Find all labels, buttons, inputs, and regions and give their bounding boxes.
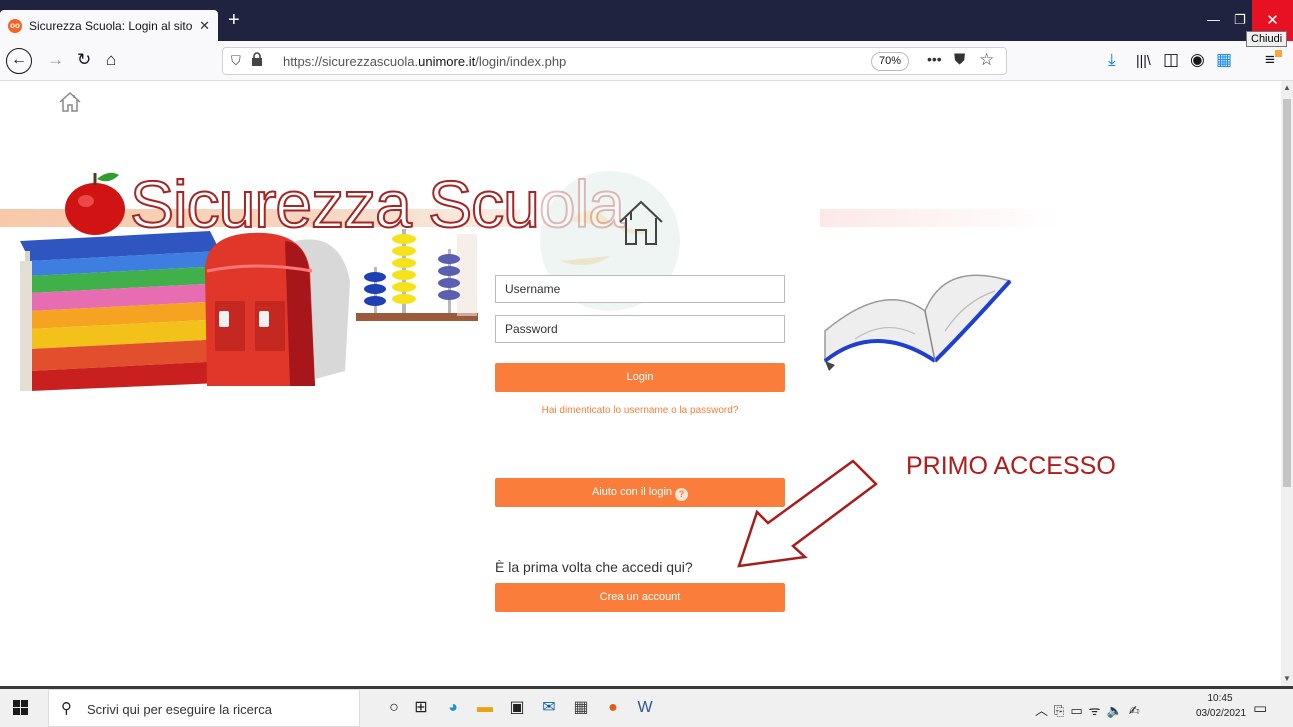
taskbar-search-box[interactable]: ⚲ Scrivi qui per eseguire la ricerca xyxy=(48,689,360,727)
cortana-icon[interactable]: ○ xyxy=(383,697,405,719)
address-bar[interactable]: ⛉ https://sicurezzascuola.unimore.it/log… xyxy=(222,47,1007,75)
reload-button[interactable]: ↻ xyxy=(77,50,91,70)
search-icon: ⚲ xyxy=(61,700,72,717)
system-tray-icons[interactable]: ︿⎘▭ᯤ🔈✍ xyxy=(1035,700,1146,719)
scroll-thumb[interactable] xyxy=(1283,99,1291,487)
sidebar-icon[interactable]: ◫ xyxy=(1163,50,1179,70)
navigation-toolbar: ← → ↻ ⌂ ⛉ https://sicurezzascuola.unimor… xyxy=(0,41,1293,81)
password-input[interactable] xyxy=(495,315,785,343)
scroll-up-icon[interactable]: ▲ xyxy=(1283,83,1291,92)
search-placeholder: Scrivi qui per eseguire la ricerca xyxy=(87,702,272,717)
login-home-icon xyxy=(619,200,663,245)
browser-title-bar: oo Sicurezza Scuola: Login al sito ✕ + —… xyxy=(0,0,1293,41)
username-input[interactable] xyxy=(495,275,785,303)
login-help-label: Aiuto con il login xyxy=(591,486,673,498)
mail-icon[interactable]: ✉ xyxy=(538,697,560,719)
site-home-icon[interactable] xyxy=(58,91,82,113)
clock-date[interactable]: 03/02/2021 xyxy=(1196,708,1246,719)
file-explorer-icon[interactable]: ▬ xyxy=(474,697,496,719)
word-icon[interactable]: W xyxy=(634,697,656,719)
update-badge xyxy=(1275,50,1282,57)
first-time-prompt: È la prima volta che accedi qui? xyxy=(495,559,693,575)
firefox-icon[interactable]: ● xyxy=(602,697,624,719)
help-question-icon: ? xyxy=(675,488,689,501)
downloads-icon[interactable]: ⤓ xyxy=(1108,50,1116,70)
notifications-icon[interactable]: ▭ xyxy=(1253,699,1267,717)
store-icon[interactable]: ▣ xyxy=(506,697,528,719)
task-view-icon[interactable]: ⊞ xyxy=(410,697,432,719)
page-scrollbar[interactable]: ▲ ▼ xyxy=(1281,81,1293,686)
zoom-level-badge[interactable]: 70% xyxy=(871,52,909,71)
apple-illustration xyxy=(65,172,125,235)
scroll-down-icon[interactable]: ▼ xyxy=(1283,674,1291,683)
extension-icon[interactable]: ▦ xyxy=(1216,50,1232,70)
calculator-icon[interactable]: ▦ xyxy=(570,697,592,719)
banner-title: Sicurezza Scuola xyxy=(129,166,626,242)
home-button[interactable]: ⌂ xyxy=(106,50,116,70)
annotation-arrow-icon xyxy=(737,459,878,568)
lock-icon[interactable] xyxy=(251,52,263,66)
back-button[interactable]: ← xyxy=(6,48,32,74)
open-book-illustration xyxy=(823,274,1012,371)
library-icon[interactable]: |||\ xyxy=(1136,50,1151,70)
windows-taskbar: ⚲ Scrivi qui per eseguire la ricerca ○ ⊞… xyxy=(0,689,1293,727)
account-icon[interactable]: ◉ xyxy=(1190,50,1205,70)
login-button[interactable]: Login xyxy=(495,363,785,392)
new-tab-button[interactable]: + xyxy=(228,10,240,30)
clock-time[interactable]: 10:45 xyxy=(1200,693,1240,704)
shield-icon[interactable]: ⛉ xyxy=(231,53,241,69)
moodle-favicon-icon: oo xyxy=(8,18,22,33)
hamburger-menu-icon[interactable]: ≡ xyxy=(1265,50,1275,70)
active-tab[interactable]: oo Sicurezza Scuola: Login al sito ✕ xyxy=(0,10,218,41)
forgot-password-link[interactable]: Hai dimenticato lo username o la passwor… xyxy=(495,405,785,416)
bookmark-star-icon[interactable]: ☆ xyxy=(979,50,994,70)
create-account-button[interactable]: Crea un account xyxy=(495,583,785,612)
edge-icon[interactable]: ◕ xyxy=(442,697,464,719)
minimize-button[interactable]: — xyxy=(1207,12,1220,27)
backpack-illustration xyxy=(205,232,350,386)
tab-close-icon[interactable]: ✕ xyxy=(199,18,210,34)
url-text: https://sicurezzascuola.unimore.it/login… xyxy=(283,54,567,69)
page-actions-more-icon[interactable]: ••• xyxy=(927,51,942,67)
annotation-label: PRIMO ACCESSO xyxy=(906,452,1116,480)
forward-button[interactable]: → xyxy=(47,50,64,70)
pocket-icon[interactable]: ⛊ xyxy=(954,51,965,68)
close-tooltip: Chiudi xyxy=(1246,31,1288,47)
tab-title: Sicurezza Scuola: Login al sito xyxy=(29,18,193,33)
windows-start-icon[interactable] xyxy=(13,700,29,716)
restore-button[interactable]: ❐ xyxy=(1234,12,1246,28)
page-content: Sicurezza Scuola Login Hai dimenticato l… xyxy=(0,81,1281,686)
